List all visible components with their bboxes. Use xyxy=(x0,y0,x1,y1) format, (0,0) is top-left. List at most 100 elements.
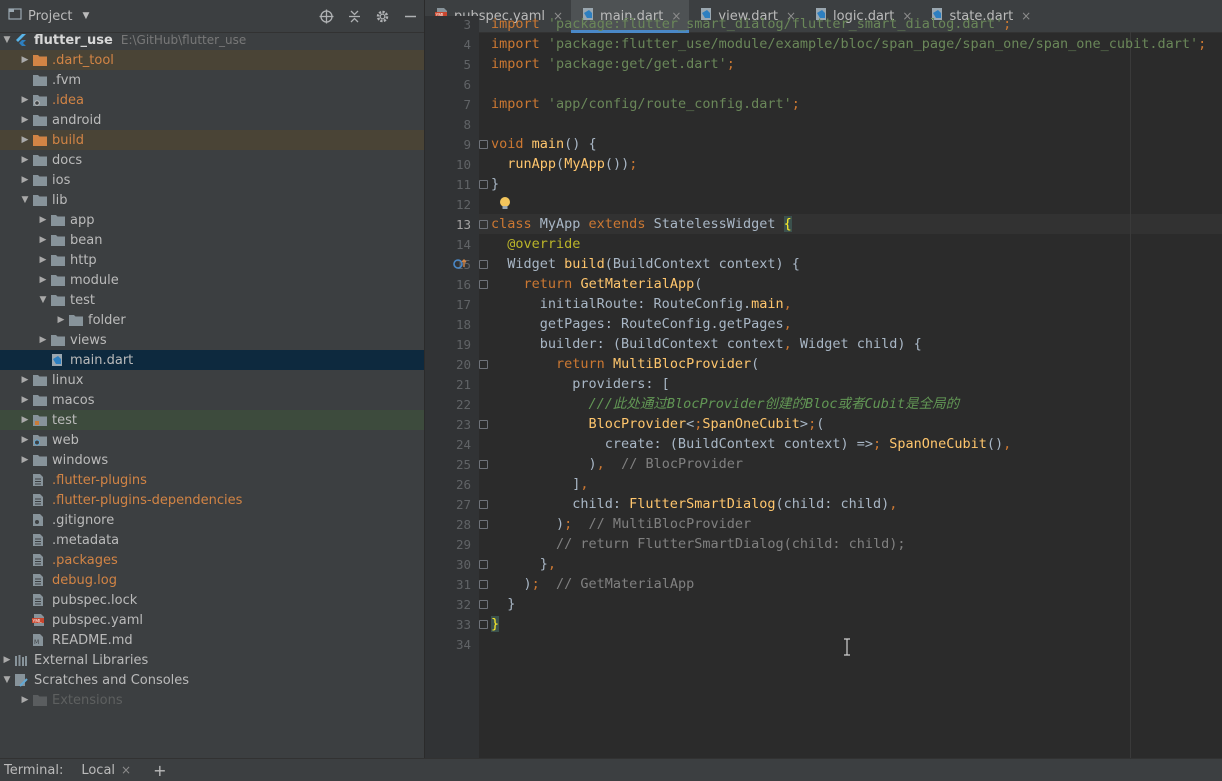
tree-item[interactable]: ▼ lib xyxy=(0,190,424,210)
close-icon[interactable]: × xyxy=(121,763,131,777)
expand-arrow-icon[interactable]: ▶ xyxy=(18,390,32,410)
tree-item[interactable]: main.dart xyxy=(0,350,424,370)
tree-item[interactable]: ▶ folder xyxy=(0,310,424,330)
project-view-selector[interactable]: Project ▼ xyxy=(8,7,89,25)
root-name: flutter_use xyxy=(34,32,113,48)
expand-arrow-icon[interactable]: ▶ xyxy=(18,90,32,110)
tree-item[interactable]: ▶ macos xyxy=(0,390,424,410)
expanded-arrow-icon[interactable]: ▼ xyxy=(18,190,32,210)
fold-marker-icon[interactable] xyxy=(479,500,488,509)
expanded-arrow-icon[interactable]: ▼ xyxy=(36,290,50,310)
expand-arrow-icon[interactable]: ▶ xyxy=(36,250,50,270)
expand-arrow-icon[interactable]: ▶ xyxy=(18,150,32,170)
expand-arrow-icon[interactable]: ▶ xyxy=(36,270,50,290)
expand-arrow-icon[interactable]: ▶ xyxy=(18,370,32,390)
terminal-tab-local[interactable]: Local × xyxy=(81,763,131,778)
test-folder-icon xyxy=(32,413,48,427)
expand-arrow-icon[interactable]: ▶ xyxy=(18,50,32,70)
tree-item[interactable]: .gitignore xyxy=(0,510,424,530)
expand-arrow-icon[interactable]: ▶ xyxy=(18,690,32,710)
fold-marker-icon[interactable] xyxy=(479,460,488,469)
line-number: 14 xyxy=(455,237,471,252)
tree-item[interactable]: M README.md xyxy=(0,630,424,650)
tree-item[interactable]: ▶ External Libraries xyxy=(0,650,424,670)
tree-item[interactable]: ▼ Scratches and Consoles xyxy=(0,670,424,690)
expand-arrow-icon[interactable]: ▶ xyxy=(36,330,50,350)
tree-item[interactable]: ▶ test xyxy=(0,410,424,430)
tree-item[interactable]: ▶ build xyxy=(0,130,424,150)
lightbulb-icon[interactable] xyxy=(499,196,511,215)
tree-item[interactable]: ▶ .idea xyxy=(0,90,424,110)
expand-arrow-icon[interactable]: ▶ xyxy=(18,410,32,430)
fold-marker-icon[interactable] xyxy=(479,520,488,529)
expanded-arrow-icon[interactable]: ▼ xyxy=(0,670,14,690)
minimize-icon[interactable] xyxy=(402,8,418,24)
code-line: // return FlutterSmartDialog(child: chil… xyxy=(556,536,906,552)
tree-item[interactable]: ▶ ios xyxy=(0,170,424,190)
yaml-file-icon: YML xyxy=(32,613,48,627)
folder-icon xyxy=(32,153,48,167)
tree-item[interactable]: YML pubspec.yaml xyxy=(0,610,424,630)
tree-item[interactable]: debug.log xyxy=(0,570,424,590)
fold-marker-icon[interactable] xyxy=(479,280,488,289)
line-number: 21 xyxy=(455,377,471,392)
expand-arrow-icon[interactable]: ▶ xyxy=(36,230,50,250)
folder-icon xyxy=(32,393,48,407)
tree-item-label: .idea xyxy=(52,92,84,108)
tree-item[interactable]: ▶ bean xyxy=(0,230,424,250)
expand-arrow-icon[interactable]: ▶ xyxy=(18,430,32,450)
fold-marker-icon[interactable] xyxy=(479,220,488,229)
tree-item-label: android xyxy=(52,112,102,128)
expand-arrow-icon[interactable]: ▶ xyxy=(54,310,68,330)
tree-item[interactable]: ▼ test xyxy=(0,290,424,310)
code-line: getPages: RouteConfig.getPages, xyxy=(491,316,792,332)
root-path: E:\GitHub\flutter_use xyxy=(120,33,247,47)
tree-item[interactable]: ▶ windows xyxy=(0,450,424,470)
fold-marker-icon[interactable] xyxy=(479,580,488,589)
collapse-all-icon[interactable] xyxy=(346,8,362,24)
tree-item[interactable]: ▶ docs xyxy=(0,150,424,170)
tree-item[interactable]: ▶ http xyxy=(0,250,424,270)
tree-item[interactable]: ▶ Extensions xyxy=(0,690,424,710)
tree-item-label: pubspec.lock xyxy=(52,592,138,608)
expand-arrow-icon[interactable]: ▶ xyxy=(18,450,32,470)
fold-marker-icon[interactable] xyxy=(479,420,488,429)
expand-arrow-icon[interactable]: ▶ xyxy=(18,170,32,190)
fold-marker-icon[interactable] xyxy=(479,600,488,609)
tree-item[interactable]: ▶ web xyxy=(0,430,424,450)
tree-item-label: web xyxy=(52,432,79,448)
tree-item[interactable]: ▶ module xyxy=(0,270,424,290)
close-icon[interactable]: × xyxy=(1021,9,1031,23)
tree-item[interactable]: .metadata xyxy=(0,530,424,550)
tree-item[interactable]: .flutter-plugins xyxy=(0,470,424,490)
tree-item[interactable]: ▶ app xyxy=(0,210,424,230)
expand-arrow-icon[interactable]: ▶ xyxy=(18,130,32,150)
expanded-arrow-icon[interactable]: ▼ xyxy=(0,30,14,50)
fold-marker-icon[interactable] xyxy=(479,140,488,149)
tree-item[interactable]: pubspec.lock xyxy=(0,590,424,610)
override-marker-icon[interactable] xyxy=(453,258,467,274)
folder-icon xyxy=(32,373,48,387)
fold-marker-icon[interactable] xyxy=(479,180,488,189)
fold-marker-icon[interactable] xyxy=(479,620,488,629)
folder-icon xyxy=(50,293,66,307)
tree-item[interactable]: .flutter-plugins-dependencies xyxy=(0,490,424,510)
tree-item[interactable]: .fvm xyxy=(0,70,424,90)
locate-icon[interactable] xyxy=(318,8,334,24)
expand-arrow-icon[interactable]: ▶ xyxy=(18,110,32,130)
fold-marker-icon[interactable] xyxy=(479,260,488,269)
expand-arrow-icon[interactable]: ▶ xyxy=(36,210,50,230)
code-line: child: FlutterSmartDialog(child: child), xyxy=(491,496,898,512)
tree-item[interactable]: ▶ android xyxy=(0,110,424,130)
tree-item[interactable]: ▶ views xyxy=(0,330,424,350)
tree-root[interactable]: ▼ flutter_use E:\GitHub\flutter_use xyxy=(0,30,424,50)
add-terminal-button[interactable]: + xyxy=(153,761,166,780)
tree-item[interactable]: ▶ linux xyxy=(0,370,424,390)
tree-item[interactable]: .packages xyxy=(0,550,424,570)
tree-item[interactable]: ▶ .dart_tool xyxy=(0,50,424,70)
gear-icon[interactable] xyxy=(374,8,390,24)
line-number: 23 xyxy=(455,417,471,432)
fold-marker-icon[interactable] xyxy=(479,360,488,369)
expand-arrow-icon[interactable]: ▶ xyxy=(0,650,14,670)
fold-marker-icon[interactable] xyxy=(479,560,488,569)
